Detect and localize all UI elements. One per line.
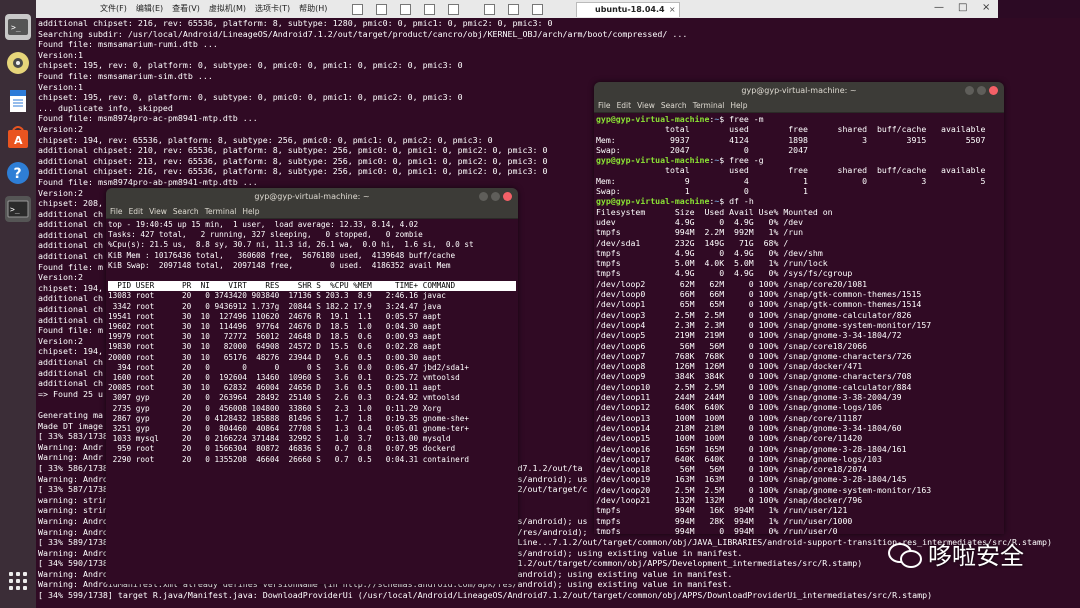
process-rows: 394 root 20 0 0 0 0 S 3.6 0.0 0:06.47 jb… [108, 362, 470, 464]
terminal-menubar: File Edit View Search Terminal Help [594, 99, 1004, 113]
vm-toolbar: 文件(F) 编辑(E) 查看(V) 虚拟机(M) 选项卡(T) 帮助(H) ub… [36, 0, 998, 19]
command-text: $ free -g [719, 155, 764, 166]
prompt-line: gyp@gyp-virtual-machine:~$ df -h [596, 196, 754, 207]
terminal-active-icon[interactable]: >_ [5, 196, 31, 222]
free-m-output: total used free shared buff/cache availa… [596, 124, 986, 155]
menu-file[interactable]: File [110, 205, 123, 218]
disk-icon[interactable] [5, 50, 31, 76]
terminal-menubar: File Edit View Search Terminal Help [106, 205, 518, 219]
close-icon[interactable] [503, 192, 512, 201]
command-text: $ free -m [719, 114, 764, 124]
maximize-icon[interactable]: □ [958, 2, 967, 13]
vm-menu-tabs[interactable]: 选项卡(T) [255, 3, 290, 14]
snapshot-icon[interactable] [400, 4, 411, 15]
menu-search[interactable]: Search [661, 99, 687, 112]
menu-help[interactable]: Help [730, 99, 747, 112]
command-text: $ df -h [719, 196, 754, 207]
process-rows-running: 19541 root 30 10 127496 110620 24676 R 1… [108, 311, 442, 362]
window-titlebar[interactable]: gyp@gyp-virtual-machine: ~ [594, 82, 1004, 99]
watermark: 哆啦安全 [888, 536, 1024, 571]
menu-search[interactable]: Search [173, 205, 199, 218]
top-summary: top - 19:40:45 up 15 min, 1 user, load a… [108, 220, 474, 270]
show-applications-icon[interactable] [9, 572, 27, 590]
menu-view[interactable]: View [637, 99, 655, 112]
svg-text:A: A [14, 134, 23, 147]
minimize-icon[interactable] [965, 86, 974, 95]
close-icon[interactable]: × [669, 3, 676, 17]
vm-menu-view[interactable]: 查看(V) [172, 3, 200, 14]
close-icon[interactable] [989, 86, 998, 95]
svg-text:?: ? [14, 166, 22, 182]
df-output: Filesystem Size Used Avail Use% Mounted … [596, 206, 932, 534]
software-icon[interactable]: A [5, 124, 31, 150]
window-title: gyp@gyp-virtual-machine: ~ [741, 86, 857, 95]
prompt-line: gyp@gyp-virtual-machine:~$ free -g [596, 155, 764, 166]
wechat-logo-icon [888, 540, 922, 568]
top-blank-line [108, 271, 516, 281]
menu-terminal[interactable]: Terminal [205, 205, 237, 218]
terminal-icon[interactable]: >_ [5, 14, 31, 40]
menu-view[interactable]: View [149, 205, 167, 218]
svg-text:>_: >_ [11, 23, 21, 32]
snapshot-manager-icon[interactable] [448, 4, 459, 15]
unity-icon[interactable] [508, 4, 519, 15]
minimize-icon[interactable] [479, 192, 488, 201]
maximize-icon[interactable] [977, 86, 986, 95]
menu-file[interactable]: File [598, 99, 611, 112]
process-table-header: PID USER PR NI VIRT RES SHR S %CPU %MEM … [108, 281, 516, 292]
maximize-icon[interactable] [491, 192, 500, 201]
vm-menu-edit[interactable]: 编辑(E) [136, 3, 163, 14]
menu-terminal[interactable]: Terminal [693, 99, 725, 112]
prompt-line: gyp@gyp-virtual-machine:~$ free -m [596, 114, 764, 124]
watermark-text: 哆啦安全 [928, 542, 1024, 570]
close-window-icon[interactable]: × [982, 2, 990, 13]
send-keys-icon[interactable] [376, 4, 387, 15]
revert-snapshot-icon[interactable] [424, 4, 435, 15]
fullscreen-icon[interactable] [484, 4, 495, 15]
menu-help[interactable]: Help [242, 205, 259, 218]
free-g-output: total used free shared buff/cache availa… [596, 165, 986, 197]
console-view-icon[interactable] [532, 4, 543, 15]
prompt-user: gyp@gyp-virtual-machine [596, 114, 710, 124]
document-icon[interactable] [5, 88, 31, 114]
svg-text:>_: >_ [10, 205, 20, 214]
vm-menu-file[interactable]: 文件(F) [100, 3, 127, 14]
vm-tab-ubuntu[interactable]: ubuntu-18.04.4 × [576, 2, 680, 17]
vm-menu-vm[interactable]: 虚拟机(M) [209, 3, 246, 14]
terminal-content[interactable]: gyp@gyp-virtual-machine:~$ free -m total… [594, 113, 1004, 534]
window-title: gyp@gyp-virtual-machine: ~ [254, 192, 370, 201]
menu-edit[interactable]: Edit [617, 99, 632, 112]
help-icon[interactable]: ? [5, 160, 31, 186]
vm-tab-label: ubuntu-18.04.4 [595, 5, 665, 14]
minimize-icon[interactable]: — [934, 2, 944, 13]
terminal-content[interactable]: top - 19:40:45 up 15 min, 1 user, load a… [106, 219, 518, 466]
menu-edit[interactable]: Edit [129, 205, 144, 218]
vm-menu: 文件(F) 编辑(E) 查看(V) 虚拟机(M) 选项卡(T) 帮助(H) [100, 3, 327, 14]
terminal-window-free[interactable]: gyp@gyp-virtual-machine: ~ File Edit Vie… [594, 82, 1004, 534]
prompt-user: gyp@gyp-virtual-machine [596, 155, 710, 166]
process-rows: 13083 root 20 0 3743420 903840 17136 S 2… [108, 291, 446, 311]
prompt-user: gyp@gyp-virtual-machine [596, 196, 710, 207]
launcher-dock: >_ A ? >_ [0, 0, 37, 608]
pause-icon[interactable] [352, 4, 363, 15]
window-titlebar[interactable]: gyp@gyp-virtual-machine: ~ [106, 188, 518, 205]
vm-menu-help[interactable]: 帮助(H) [299, 3, 327, 14]
terminal-window-top[interactable]: gyp@gyp-virtual-machine: ~ File Edit Vie… [106, 188, 518, 584]
